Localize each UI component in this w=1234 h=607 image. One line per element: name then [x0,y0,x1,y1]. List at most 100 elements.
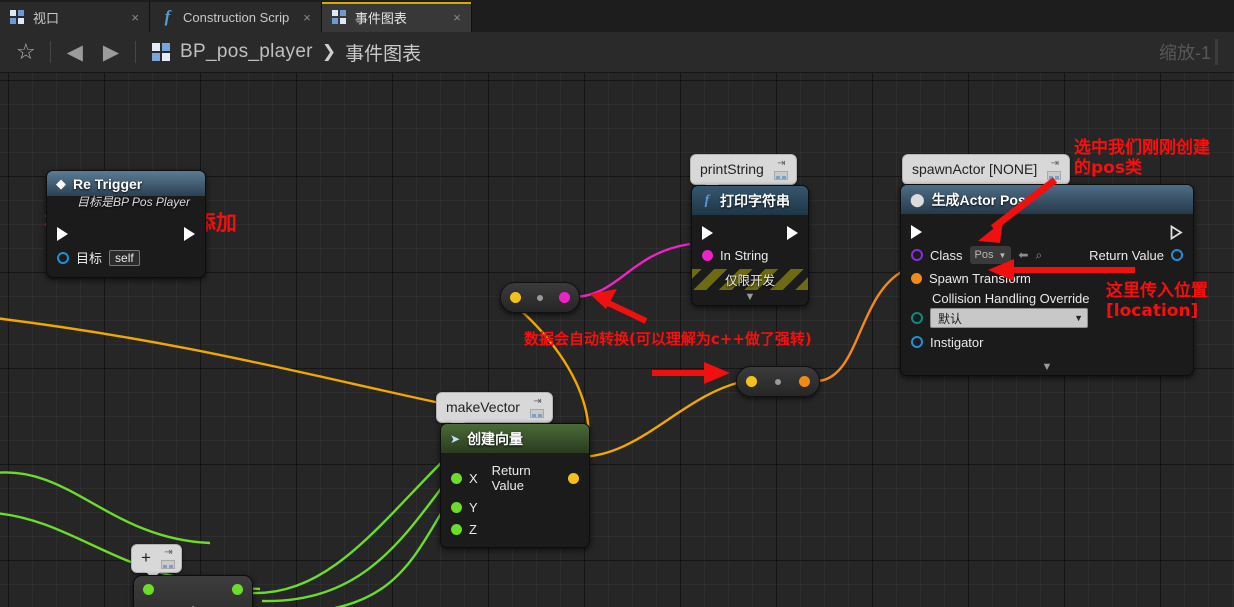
z-pin[interactable] [451,523,462,535]
conversion-output-pin[interactable] [799,376,810,387]
annotation-line-2: 的pos类 [1074,157,1142,178]
node-spawn-actor-pos[interactable]: ⬤ 生成Actor Pos Class Pos ▼ ⬅ ⌕ Return Val… [900,184,1194,376]
instigator-row: Instigator [901,331,1193,353]
panel-icon[interactable] [529,409,544,418]
exec-out-pin[interactable] [787,226,798,240]
conversion-input-pin[interactable] [510,292,521,303]
browse-back-icon[interactable]: ⬅ [1018,248,1028,262]
pin-icon[interactable]: ⇥ [533,396,541,407]
instigator-pin[interactable] [911,336,923,348]
back-arrow-icon[interactable]: ◀ [57,42,93,63]
collision-pin[interactable] [911,312,923,324]
tab-event-graph[interactable]: 事件图表 × [321,2,472,32]
node-make-vector[interactable]: ➤ 创建向量 X Return Value Y Z [440,423,590,548]
exec-in-pin[interactable] [702,226,713,240]
exec-in-pin[interactable] [911,225,922,239]
node-header: f 打印字符串 [692,186,808,215]
exec-out-pin[interactable] [1170,224,1183,240]
collision-dropdown[interactable]: 默认 ▼ [930,308,1088,328]
breadcrumb-root[interactable]: BP_pos_player [180,41,313,63]
class-value: Pos [974,249,994,261]
close-icon[interactable]: × [303,10,311,25]
class-pin[interactable] [911,249,923,261]
return-value-pin[interactable] [1171,249,1183,261]
annotation-select-pos-class: 选中我们刚刚创建 的pos类 [1074,138,1210,178]
zoom-indicator: 缩放-1 [1159,39,1226,65]
spawn-transform-pin[interactable] [911,272,922,284]
bubble-icons[interactable]: ⇥ [160,547,175,569]
add-symbol: + [134,601,252,607]
exec-in-pin[interactable] [57,227,68,241]
in-string-label: In String [720,247,769,263]
grid-icon [10,9,25,25]
node-conversion-vector-to-string[interactable] [500,282,580,313]
tab-label: 事件图表 [354,10,407,26]
spawn-actor-icon: ⬤ [910,192,925,207]
in-string-row: In String [692,244,808,266]
pin-icon[interactable]: ⇥ [1051,158,1059,169]
breadcrumb-leaf[interactable]: 事件图表 [345,39,421,66]
bubble-icons[interactable]: ⇥ [529,396,544,418]
node-print-string[interactable]: f 打印字符串 In String 仅限开发 ▼ [691,185,809,306]
bubble-icons[interactable]: ⇥ [773,158,788,180]
conversion-input-pin[interactable] [746,376,757,387]
blueprint-event-graph-canvas[interactable]: 在reTrigger后添加 ◆ Re Trigger 目标是BP Pos Pla… [0,73,1234,607]
conversion-output-pin[interactable] [559,292,570,303]
arrow-to-conversion-node-2 [652,362,730,384]
y-pin[interactable] [451,501,462,513]
bubble-text: makeVector [446,399,520,415]
pin-icon[interactable]: ⇥ [164,547,172,558]
function-icon: f [704,193,710,208]
exec-out-pin[interactable] [184,227,195,241]
divider [135,41,137,63]
scrollbar-handle[interactable] [1215,39,1218,65]
make-struct-icon: ➤ [450,432,461,446]
node-conversion-vector-to-transform[interactable] [736,366,820,397]
node-body: In String [692,215,808,269]
z-row: Z [441,518,589,540]
bubble-text: + [141,548,151,567]
bubble-icons[interactable]: ⇥ [1047,158,1062,180]
annotation-line-1: 这里传入位置 [1106,281,1208,301]
node-re-trigger[interactable]: ◆ Re Trigger 目标是BP Pos Player 目标 self [46,170,206,278]
node-add[interactable]: + [133,575,253,607]
tab-label: 视口 [33,10,60,26]
node-comment-bubble-printstring[interactable]: printString ⇥ [690,154,797,191]
target-label: 目标 [76,251,103,266]
in-string-pin[interactable] [702,249,713,261]
node-title: 创建向量 [467,431,524,447]
chevron-right-icon: ❯ [321,42,337,61]
return-value-label: Return Value [491,463,531,493]
close-icon[interactable]: × [453,10,461,25]
blueprint-icon [152,43,172,61]
node-title: 生成Actor Pos [931,192,1026,208]
panel-icon[interactable] [160,560,175,569]
node-body: X Return Value Y Z [441,453,589,547]
add-input-pin[interactable] [143,584,154,595]
node-comment-bubble-makevector[interactable]: makeVector ⇥ [436,392,553,429]
tab-construction-script[interactable]: f Construction Scrip × [150,2,322,32]
tab-viewport[interactable]: 视口 × [0,2,150,32]
return-value-pin[interactable] [568,472,579,484]
add-output-pin[interactable] [232,584,243,595]
exec-row [47,223,205,245]
node-comment-bubble-add[interactable]: + ⇥ [131,544,182,579]
node-comment-bubble-spawnactor[interactable]: spawnActor [NONE] ⇥ [902,154,1071,191]
favorite-star-icon[interactable]: ☆ [8,41,44,63]
node-header: ⬤ 生成Actor Pos [901,185,1193,214]
panel-icon[interactable] [1047,171,1062,180]
grid-icon [331,9,347,25]
panel-icon[interactable] [773,171,788,180]
close-icon[interactable]: × [131,10,139,25]
pin-icon[interactable]: ⇥ [777,158,785,169]
node-body: 目标 self [47,216,205,277]
search-icon[interactable]: ⌕ [1035,248,1042,263]
expand-collapse-icon[interactable]: ▼ [692,290,808,305]
x-pin[interactable] [451,472,462,484]
class-dropdown[interactable]: Pos ▼ [969,246,1012,264]
spawn-transform-label: Spawn Transform [929,270,1031,286]
target-pin[interactable] [57,251,69,264]
target-value[interactable]: self [109,249,140,266]
forward-arrow-icon[interactable]: ▶ [93,42,129,63]
expand-collapse-icon[interactable]: ▼ [901,360,1193,375]
